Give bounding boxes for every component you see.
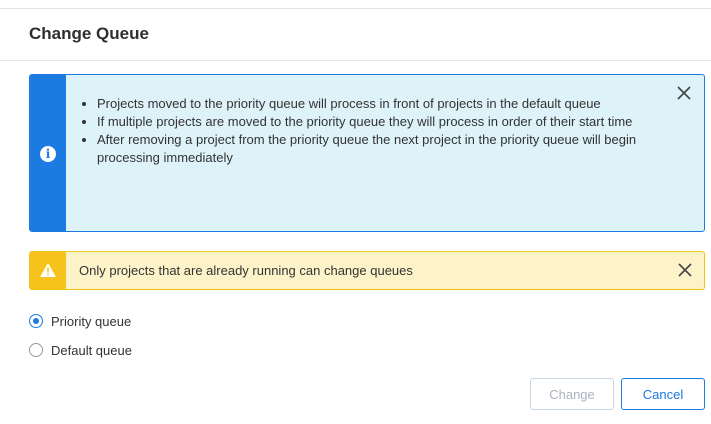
title-divider — [0, 60, 711, 61]
info-icon: i — [40, 146, 56, 162]
warning-alert: Only projects that are already running c… — [29, 251, 705, 290]
info-alert: i Projects moved to the priority queue w… — [29, 74, 705, 232]
default-queue-radio[interactable] — [29, 343, 43, 357]
dialog-title: Change Queue — [29, 24, 149, 43]
warning-alert-close-button[interactable] — [677, 262, 693, 278]
change-button[interactable]: Change — [530, 378, 614, 410]
warning-icon — [40, 263, 56, 277]
cancel-button[interactable]: Cancel — [621, 378, 705, 410]
default-queue-radio-option[interactable]: Default queue — [29, 340, 132, 360]
warning-alert-stripe — [30, 252, 66, 289]
top-edge-divider — [0, 8, 711, 9]
priority-queue-radio-option[interactable]: Priority queue — [29, 311, 131, 331]
info-alert-stripe: i — [30, 75, 66, 231]
priority-queue-label: Priority queue — [51, 313, 132, 329]
info-alert-item: If multiple projects are moved to the pr… — [97, 113, 667, 131]
info-alert-list: Projects moved to the priority queue wil… — [79, 95, 667, 167]
info-alert-close-button[interactable] — [676, 85, 692, 101]
default-queue-label: Default queue — [51, 342, 132, 358]
info-alert-item: Projects moved to the priority queue wil… — [97, 95, 667, 113]
warning-alert-text: Only projects that are already running c… — [79, 263, 413, 278]
close-icon — [678, 263, 692, 277]
close-icon — [677, 86, 691, 100]
priority-queue-radio[interactable] — [29, 314, 43, 328]
info-alert-item: After removing a project from the priori… — [97, 131, 667, 167]
